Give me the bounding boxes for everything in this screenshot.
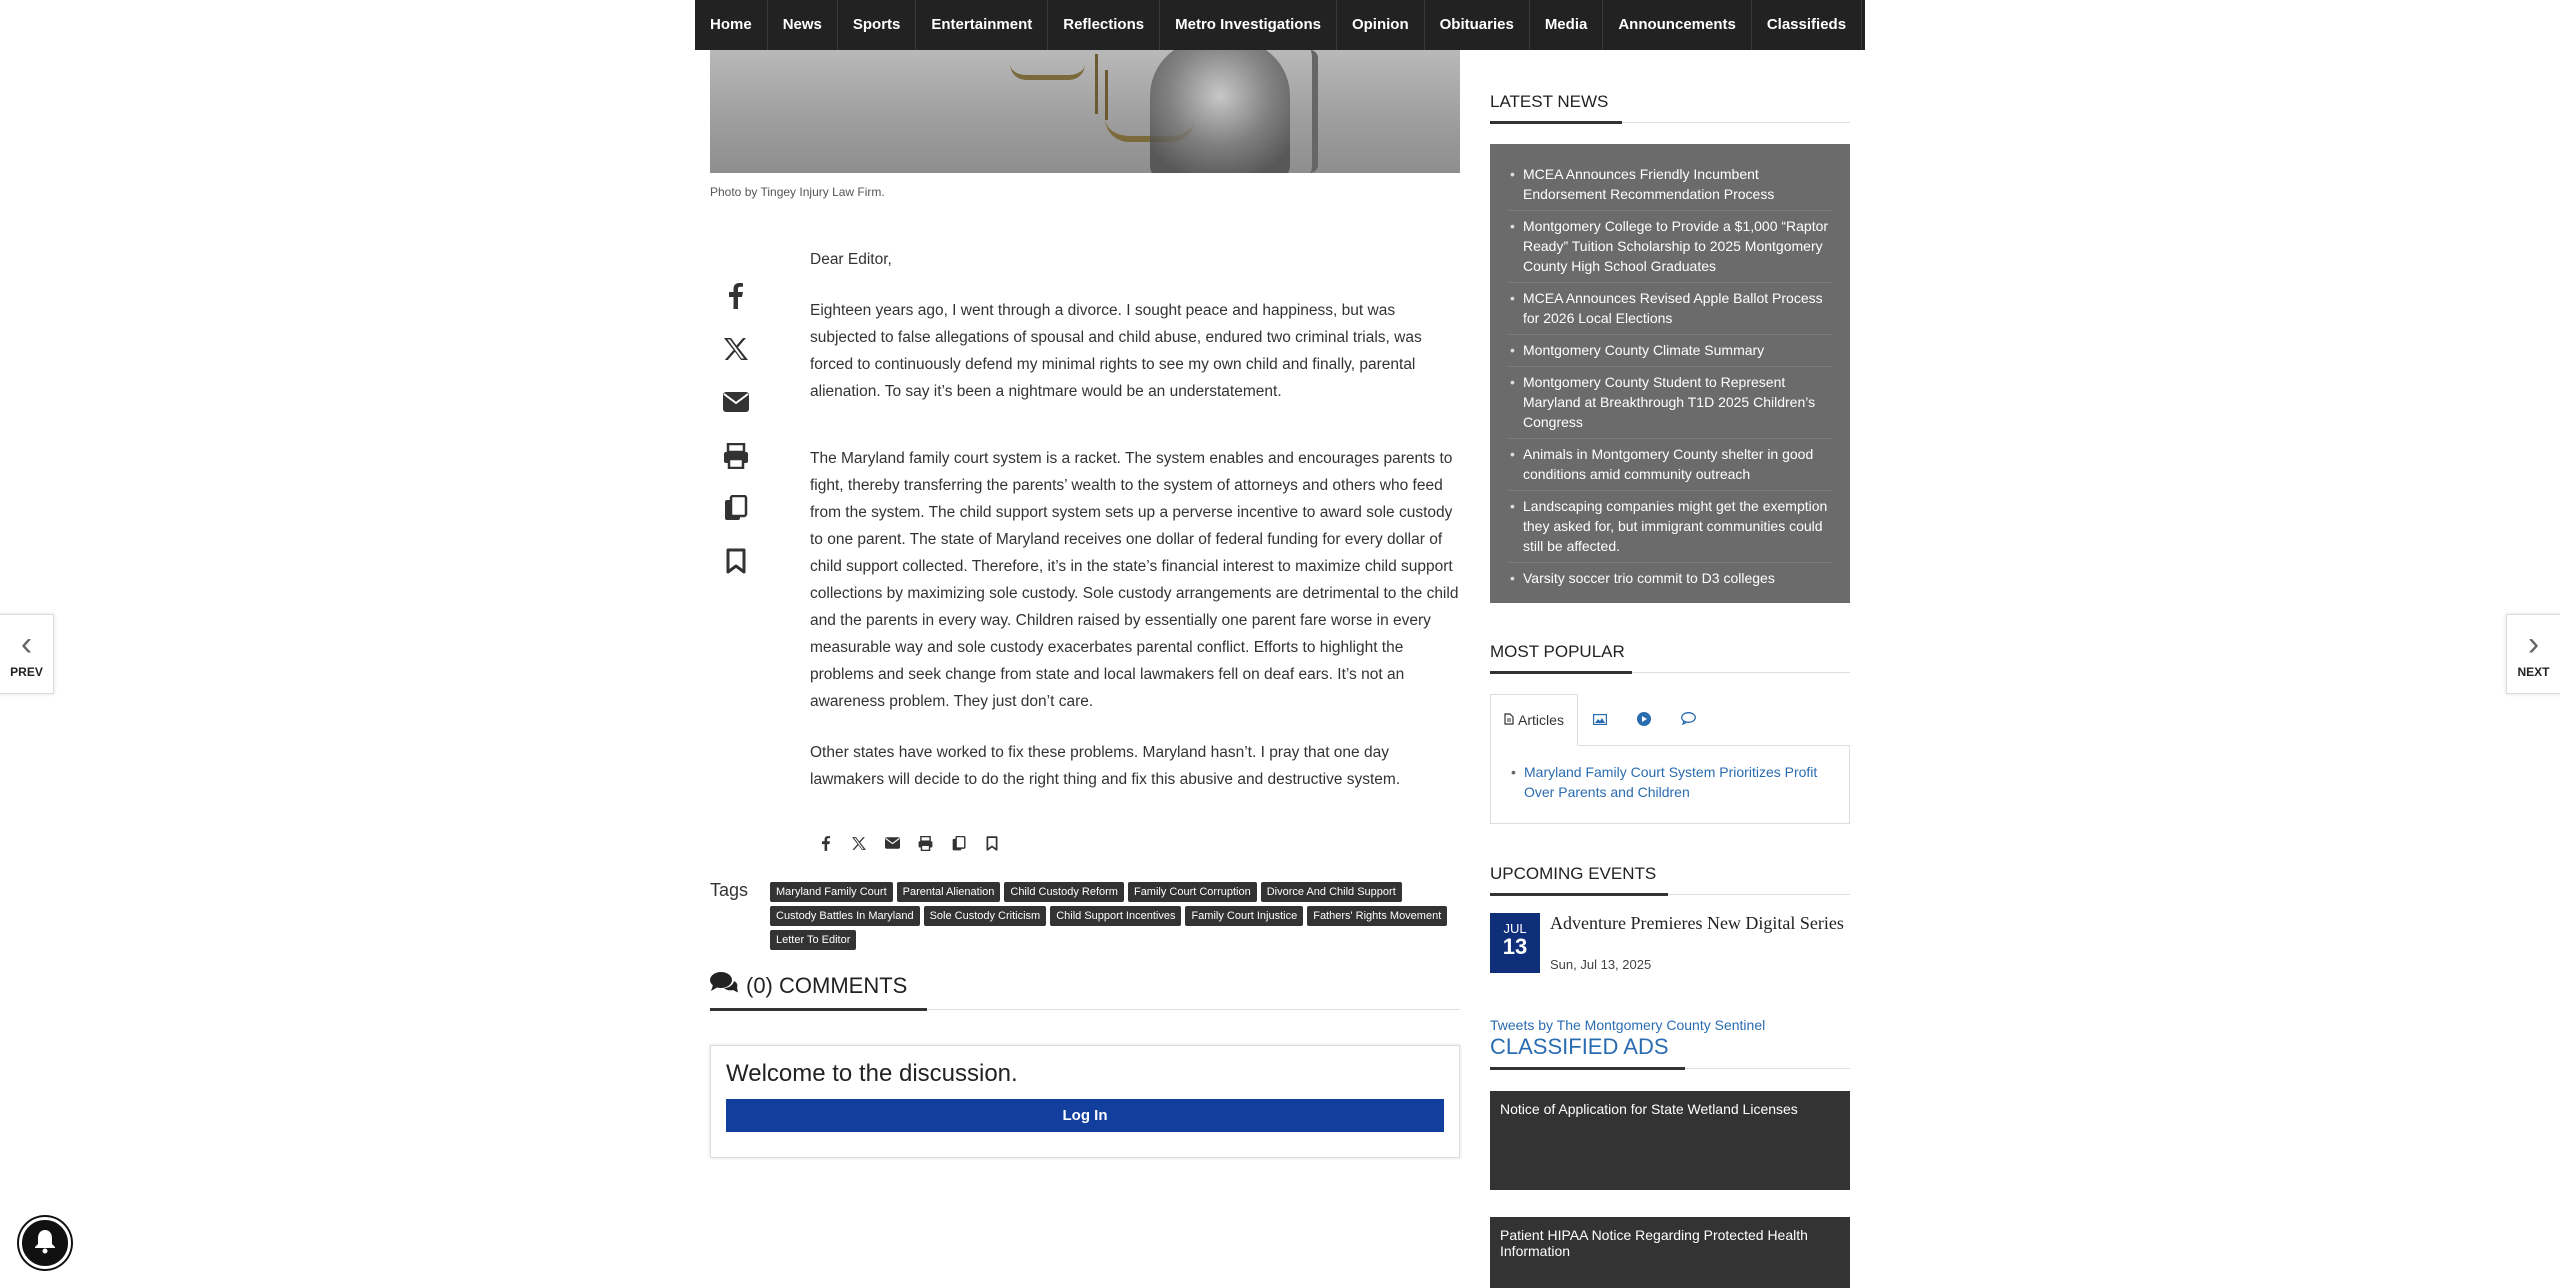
comment-panel: Welcome to the discussion. Log In bbox=[710, 1045, 1460, 1158]
event-date-badge: JUL 13 bbox=[1490, 913, 1540, 973]
tag[interactable]: Fathers' Rights Movement bbox=[1307, 906, 1448, 926]
nav-news[interactable]: News bbox=[768, 0, 838, 50]
print-icon[interactable] bbox=[916, 834, 934, 852]
bookmark-icon[interactable] bbox=[722, 547, 750, 575]
latest-news-item[interactable]: MCEA Announces Revised Apple Ballot Proc… bbox=[1508, 288, 1832, 335]
tag-list: Maryland Family Court Parental Alienatio… bbox=[770, 882, 1460, 950]
nav-classifieds[interactable]: Classifieds bbox=[1752, 0, 1863, 50]
latest-news-item[interactable]: Varsity soccer trio commit to D3 college… bbox=[1508, 568, 1832, 594]
bookmark-icon[interactable] bbox=[983, 834, 1001, 852]
nav-obituaries[interactable]: Obituaries bbox=[1425, 0, 1530, 50]
email-icon[interactable] bbox=[722, 388, 750, 416]
most-popular-heading: MOST POPULAR bbox=[1490, 642, 1625, 661]
latest-news-heading: LATEST NEWS bbox=[1490, 92, 1609, 111]
latest-news-item[interactable]: MCEA Announces Friendly Incumbent Endors… bbox=[1508, 164, 1832, 211]
latest-news-item[interactable]: Landscaping companies might get the exem… bbox=[1508, 496, 1832, 563]
nav-entertainment[interactable]: Entertainment bbox=[916, 0, 1049, 50]
article-paragraph: Eighteen years ago, I went through a div… bbox=[810, 302, 1422, 400]
facebook-icon[interactable] bbox=[817, 834, 835, 852]
article-paragraph: Other states have worked to fix these pr… bbox=[810, 744, 1401, 788]
tag[interactable]: Divorce And Child Support bbox=[1260, 882, 1402, 902]
tweets-link[interactable]: Tweets by The Montgomery County Sentinel bbox=[1490, 1017, 1765, 1033]
nav-media[interactable]: Media bbox=[1530, 0, 1604, 50]
most-popular-item[interactable]: Maryland Family Court System Prioritizes… bbox=[1509, 762, 1831, 802]
nav-sports[interactable]: Sports bbox=[838, 0, 917, 50]
nav-metro-investigations[interactable]: Metro Investigations bbox=[1160, 0, 1337, 50]
copy-icon[interactable] bbox=[722, 494, 750, 522]
article-salutation: Dear Editor, bbox=[810, 251, 892, 268]
event-month: JUL bbox=[1503, 921, 1527, 936]
tab-articles-label: Articles bbox=[1518, 712, 1564, 728]
play-icon bbox=[1637, 711, 1651, 729]
nav-reflections[interactable]: Reflections bbox=[1048, 0, 1161, 50]
comment-welcome: Welcome to the discussion. bbox=[726, 1060, 1018, 1087]
login-button[interactable]: Log In bbox=[726, 1099, 1444, 1132]
notification-bell-button[interactable] bbox=[19, 1217, 71, 1269]
classified-ads-heading: CLASSIFIED ADS bbox=[1490, 1034, 1669, 1059]
print-icon[interactable] bbox=[722, 442, 750, 470]
tag[interactable]: Parental Alienation bbox=[896, 882, 1001, 902]
divider bbox=[710, 1008, 927, 1011]
nav-announcements[interactable]: Announcements bbox=[1603, 0, 1752, 50]
divider bbox=[1490, 1067, 1685, 1070]
comment-icon bbox=[1680, 712, 1696, 728]
event-day: 13 bbox=[1502, 934, 1528, 959]
email-icon[interactable] bbox=[883, 834, 901, 852]
article-photo bbox=[710, 50, 1460, 173]
x-twitter-icon[interactable] bbox=[722, 335, 750, 363]
document-icon bbox=[1504, 712, 1514, 728]
nav-home[interactable]: Home bbox=[695, 0, 768, 50]
comments-icon bbox=[710, 972, 738, 1000]
bell-icon bbox=[33, 1228, 57, 1259]
next-article-button[interactable]: › NEXT bbox=[2506, 614, 2560, 694]
most-popular-list: Maryland Family Court System Prioritizes… bbox=[1490, 746, 1850, 824]
image-icon bbox=[1593, 712, 1608, 728]
tag[interactable]: Custody Battles In Maryland bbox=[770, 906, 920, 926]
photo-caption: Photo by Tingey Injury Law Firm. bbox=[710, 185, 885, 199]
tab-videos[interactable] bbox=[1622, 694, 1666, 746]
classified-ad[interactable]: Patient HIPAA Notice Regarding Protected… bbox=[1490, 1217, 1850, 1288]
divider bbox=[1490, 121, 1622, 124]
tag[interactable]: Family Court Injustice bbox=[1185, 906, 1304, 926]
next-label: NEXT bbox=[2517, 665, 2550, 679]
prev-article-button[interactable]: ‹ PREV bbox=[0, 614, 54, 694]
comments-heading-text: (0) COMMENTS bbox=[746, 973, 908, 998]
latest-news-item[interactable]: Montgomery County Student to Represent M… bbox=[1508, 372, 1832, 439]
event-title[interactable]: Adventure Premieres New Digital Series bbox=[1550, 913, 1850, 934]
chevron-right-icon: › bbox=[2527, 625, 2540, 663]
tab-articles[interactable]: Articles bbox=[1490, 694, 1578, 746]
article-paragraph: The Maryland family court system is a ra… bbox=[810, 450, 1459, 710]
latest-news-item[interactable]: Animals in Montgomery County shelter in … bbox=[1508, 444, 1832, 491]
nav-opinion[interactable]: Opinion bbox=[1337, 0, 1425, 50]
most-popular-tabs: Articles bbox=[1490, 694, 1850, 746]
tag[interactable]: Child Support Incentives bbox=[1050, 906, 1182, 926]
divider bbox=[1490, 893, 1668, 896]
tag[interactable]: Maryland Family Court bbox=[770, 882, 893, 902]
upcoming-events-heading: UPCOMING EVENTS bbox=[1490, 864, 1657, 883]
tag[interactable]: Letter To Editor bbox=[770, 930, 857, 950]
copy-icon[interactable] bbox=[950, 834, 968, 852]
tags-label: Tags bbox=[710, 880, 749, 900]
chevron-left-icon: ‹ bbox=[20, 625, 33, 663]
latest-news-panel: MCEA Announces Friendly Incumbent Endors… bbox=[1490, 144, 1850, 603]
top-navigation: Home News Sports Entertainment Reflectio… bbox=[695, 0, 1865, 50]
latest-news-item[interactable]: Montgomery County Climate Summary bbox=[1508, 340, 1832, 367]
latest-news-item[interactable]: Montgomery College to Provide a $1,000 “… bbox=[1508, 216, 1832, 283]
tab-comments[interactable] bbox=[1666, 694, 1710, 746]
tag[interactable]: Sole Custody Criticism bbox=[923, 906, 1047, 926]
x-twitter-icon[interactable] bbox=[850, 834, 868, 852]
tab-images[interactable] bbox=[1578, 694, 1622, 746]
article-body: Dear Editor, Eighteen years ago, I went … bbox=[810, 246, 1460, 817]
divider bbox=[1490, 671, 1632, 674]
event-time: Sun, Jul 13, 2025 bbox=[1550, 957, 1652, 972]
comments-heading: (0) COMMENTS bbox=[710, 972, 907, 1000]
prev-label: PREV bbox=[10, 665, 43, 679]
facebook-icon[interactable] bbox=[722, 282, 750, 310]
tag[interactable]: Child Custody Reform bbox=[1004, 882, 1124, 902]
classified-ad[interactable]: Notice of Application for State Wetland … bbox=[1490, 1091, 1850, 1190]
tag[interactable]: Family Court Corruption bbox=[1127, 882, 1257, 902]
